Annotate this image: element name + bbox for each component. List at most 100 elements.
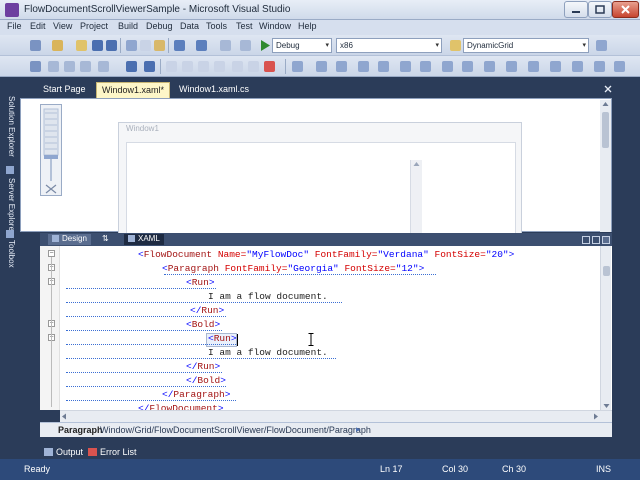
tab-start-page[interactable]: Start Page bbox=[38, 82, 91, 98]
tab-xaml[interactable]: XAML bbox=[124, 234, 164, 245]
close-document-button[interactable] bbox=[604, 85, 612, 95]
menu-project[interactable]: Project bbox=[80, 21, 108, 31]
copy-icon[interactable] bbox=[140, 40, 151, 51]
vertical-split-icon[interactable] bbox=[582, 236, 590, 244]
tab-window1-xaml[interactable]: Window1.xaml* bbox=[96, 82, 171, 98]
navigate-forward-icon[interactable] bbox=[240, 40, 251, 51]
tab-error-list[interactable]: Error List bbox=[100, 447, 137, 457]
collapse-icon[interactable]: − bbox=[48, 250, 55, 257]
align-icon[interactable] bbox=[48, 61, 59, 72]
format-icon[interactable] bbox=[214, 61, 225, 72]
close-icon bbox=[604, 85, 612, 93]
layout-icon[interactable] bbox=[420, 61, 431, 72]
designer-vertical-scrollbar[interactable] bbox=[600, 100, 611, 232]
format-icon[interactable] bbox=[166, 61, 177, 72]
layout-icon[interactable] bbox=[572, 61, 583, 72]
menu-debug[interactable]: Debug bbox=[146, 21, 173, 31]
new-project-icon[interactable] bbox=[30, 40, 41, 51]
minimize-button[interactable] bbox=[564, 1, 588, 18]
outline-guide bbox=[51, 257, 52, 407]
toolbox-tab[interactable]: Toolbox bbox=[4, 240, 16, 268]
code-token: > bbox=[217, 403, 224, 410]
menu-window[interactable]: Window bbox=[259, 21, 291, 31]
layout-icon[interactable] bbox=[292, 61, 303, 72]
toolbar-separator bbox=[168, 38, 169, 53]
code-token: "Verdana" bbox=[377, 249, 429, 260]
window-client-area[interactable] bbox=[126, 142, 516, 234]
status-char: Ch 30 bbox=[502, 464, 527, 474]
collapse-pane-icon[interactable] bbox=[602, 236, 610, 244]
layout-icon[interactable] bbox=[400, 61, 411, 72]
open-file-icon[interactable] bbox=[76, 40, 87, 51]
error-squiggle bbox=[66, 286, 216, 289]
navigate-back-icon[interactable] bbox=[220, 40, 231, 51]
format-icon[interactable] bbox=[182, 61, 193, 72]
menu-file[interactable]: File bbox=[7, 21, 22, 31]
maximize-button[interactable] bbox=[588, 1, 612, 18]
layout-icon[interactable] bbox=[442, 61, 453, 72]
align-icon[interactable] bbox=[80, 61, 91, 72]
layout-icon[interactable] bbox=[528, 61, 539, 72]
find-value: DynamicGrid bbox=[467, 41, 514, 50]
toolbar-options-icon[interactable] bbox=[596, 40, 607, 51]
grid-icon[interactable] bbox=[144, 61, 155, 72]
find-dropdown[interactable]: DynamicGrid ▾ bbox=[463, 38, 589, 53]
format-icon[interactable] bbox=[232, 61, 243, 72]
flowdocument-scrollbar[interactable] bbox=[410, 160, 422, 234]
scroll-arrows-icon bbox=[62, 413, 598, 420]
menu-tools[interactable]: Tools bbox=[206, 21, 227, 31]
code-token: "20" bbox=[485, 249, 509, 260]
close-button[interactable] bbox=[612, 1, 639, 18]
redo-icon[interactable] bbox=[196, 40, 207, 51]
code-token: </ bbox=[138, 403, 150, 410]
menu-data[interactable]: Data bbox=[180, 21, 199, 31]
solution-explorer-tab[interactable]: Solution Explorer bbox=[4, 96, 16, 157]
tab-output[interactable]: Output bbox=[56, 447, 83, 457]
find-icon[interactable] bbox=[450, 40, 461, 51]
breadcrumb-arrow-icon[interactable]: ▸ bbox=[356, 424, 361, 435]
format-icon[interactable] bbox=[248, 61, 259, 72]
editor-vertical-scrollbar[interactable] bbox=[600, 246, 611, 410]
grid-icon[interactable] bbox=[126, 61, 137, 72]
breadcrumb-current[interactable]: Paragraph bbox=[58, 425, 103, 435]
solution-platform-dropdown[interactable]: x86 ▾ bbox=[336, 38, 442, 53]
save-all-icon[interactable] bbox=[106, 40, 117, 51]
layout-icon[interactable] bbox=[358, 61, 369, 72]
save-icon[interactable] bbox=[92, 40, 103, 51]
zoom-slider[interactable] bbox=[40, 104, 62, 196]
solution-configuration-dropdown[interactable]: Debug ▾ bbox=[272, 38, 332, 53]
menu-view[interactable]: View bbox=[53, 21, 72, 31]
undo-icon[interactable] bbox=[174, 40, 185, 51]
layout-icon[interactable] bbox=[506, 61, 517, 72]
layout-icon[interactable] bbox=[462, 61, 473, 72]
align-icon[interactable] bbox=[64, 61, 75, 72]
format-icon[interactable] bbox=[198, 61, 209, 72]
tab-design[interactable]: Design bbox=[48, 234, 91, 245]
menu-test[interactable]: Test bbox=[236, 21, 253, 31]
editor-horizontal-scrollbar[interactable] bbox=[60, 410, 612, 422]
layout-icon[interactable] bbox=[594, 61, 605, 72]
layout-icon[interactable] bbox=[550, 61, 561, 72]
layout-icon[interactable] bbox=[378, 61, 389, 72]
menu-help[interactable]: Help bbox=[298, 21, 317, 31]
delete-icon[interactable] bbox=[264, 61, 275, 72]
layout-icon[interactable] bbox=[614, 61, 625, 72]
toolbar-separator bbox=[120, 38, 121, 53]
error-squiggle bbox=[66, 370, 222, 373]
horizontal-split-icon[interactable] bbox=[592, 236, 600, 244]
paste-icon[interactable] bbox=[154, 40, 165, 51]
server-explorer-tab[interactable]: Server Explorer bbox=[4, 178, 16, 234]
menu-edit[interactable]: Edit bbox=[30, 21, 46, 31]
start-debugging-button[interactable] bbox=[259, 39, 271, 54]
tab-window1-xaml-cs[interactable]: Window1.xaml.cs bbox=[174, 82, 254, 98]
align-icon[interactable] bbox=[98, 61, 109, 72]
add-item-icon[interactable] bbox=[52, 40, 63, 51]
layout-icon[interactable] bbox=[316, 61, 327, 72]
align-icon[interactable] bbox=[30, 61, 41, 72]
layout-icon[interactable] bbox=[336, 61, 347, 72]
swap-panes-button[interactable]: ⇅ bbox=[98, 234, 113, 245]
cut-icon[interactable] bbox=[126, 40, 137, 51]
menu-build[interactable]: Build bbox=[118, 21, 138, 31]
layout-icon[interactable] bbox=[484, 61, 495, 72]
breadcrumb-path[interactable]: Window/Grid/FlowDocumentScrollViewer/Flo… bbox=[100, 425, 371, 435]
